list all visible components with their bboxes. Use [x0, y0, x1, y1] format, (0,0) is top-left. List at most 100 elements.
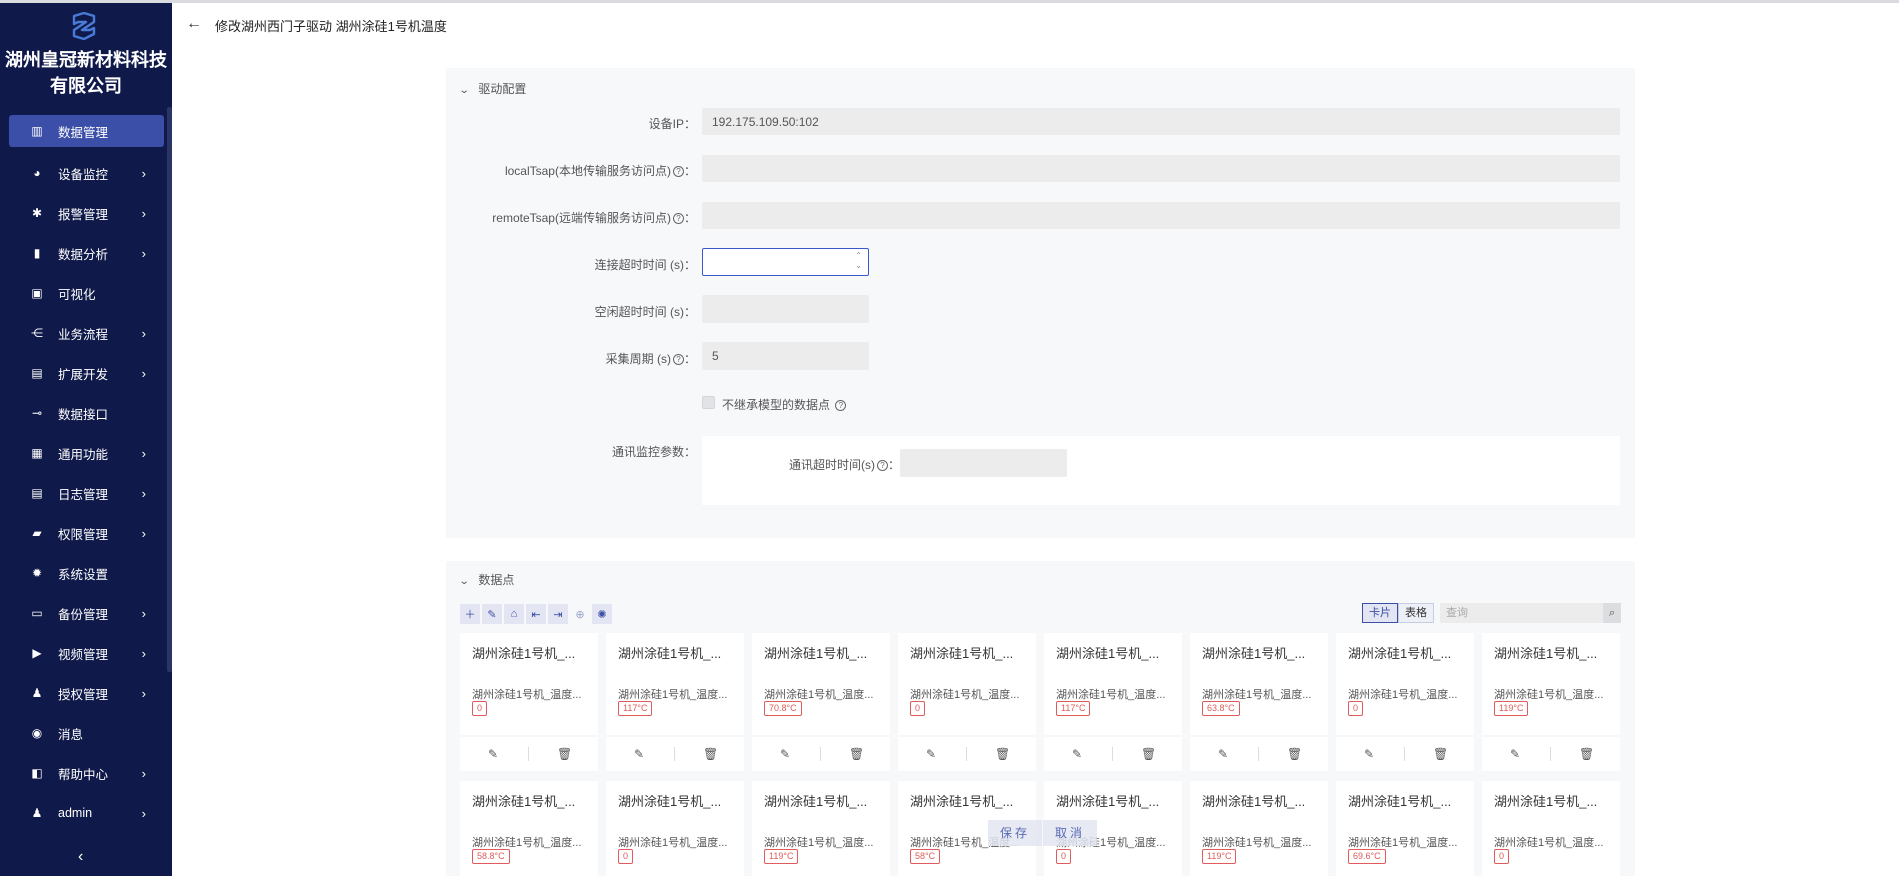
- sidebar-item[interactable]: ◉ 消息: [0, 713, 172, 753]
- datapoint-card[interactable]: 湖州涂硅1号机_... 湖州涂硅1号机_温度... 0: [1336, 633, 1474, 735]
- collapse-sidebar-icon[interactable]: ‹: [78, 848, 83, 866]
- help-icon[interactable]: ?: [672, 213, 684, 225]
- search-icon[interactable]: ⌕: [1603, 603, 1621, 623]
- comm-timeout-field[interactable]: [900, 449, 1067, 477]
- value-badge: 0: [618, 849, 634, 864]
- sidebar-item[interactable]: ▮ 数据分析 ›: [0, 233, 172, 273]
- device-ip-field[interactable]: 192.175.109.50:102: [702, 108, 1620, 135]
- number-stepper[interactable]: ⌃ ⌄: [855, 251, 862, 271]
- user-key-icon: ♟: [31, 686, 43, 700]
- inherit-checkbox[interactable]: [702, 396, 715, 409]
- value-badge: 119°C: [1494, 701, 1529, 716]
- edit-icon[interactable]: ✎: [1072, 747, 1082, 761]
- search-input[interactable]: 查询 ⌕: [1440, 603, 1621, 623]
- colon: ：: [683, 211, 696, 225]
- delete-icon[interactable]: 🗑: [1287, 747, 1302, 761]
- driver-config-header[interactable]: ⌄ 驱动配置: [459, 80, 527, 97]
- datapoints-header[interactable]: ⌄ 数据点: [459, 571, 515, 588]
- datapoint-card[interactable]: 湖州涂硅1号机_... 湖州涂硅1号机_温度... 0: [460, 633, 598, 735]
- delete-icon[interactable]: 🗑: [1433, 747, 1448, 761]
- sidebar-item[interactable]: ◕ 设备监控 ›: [0, 153, 172, 193]
- help-icon[interactable]: ?: [835, 400, 847, 412]
- import-icon[interactable]: ⌂: [504, 604, 524, 624]
- sidebar-item[interactable]: ▰ 权限管理 ›: [0, 513, 172, 553]
- edit-icon[interactable]: ✎: [1218, 747, 1228, 761]
- device-ip-value: 192.175.109.50:102: [712, 114, 819, 129]
- add-icon[interactable]: ＋: [460, 604, 480, 624]
- back-arrow-icon[interactable]: ←: [186, 15, 202, 33]
- card-view-button[interactable]: 卡片: [1362, 603, 1398, 623]
- sidebar-item[interactable]: ▥ 数据管理: [9, 115, 164, 147]
- table-view-button[interactable]: 表格: [1398, 603, 1434, 623]
- sidebar-item[interactable]: ▤ 扩展开发 ›: [0, 353, 172, 393]
- save-button[interactable]: 保存: [988, 820, 1043, 846]
- cancel-button[interactable]: 取消: [1043, 820, 1098, 846]
- datapoint-card[interactable]: 湖州涂硅1号机_... 湖州涂硅1号机_温度... 69.6°C: [1336, 781, 1474, 883]
- sidebar-item[interactable]: ⊸ 数据接口: [0, 393, 172, 433]
- colon: ：: [683, 164, 696, 178]
- sidebar-item[interactable]: ✹ 系统设置: [0, 553, 172, 593]
- delete-icon[interactable]: 🗑: [557, 747, 572, 761]
- datapoint-card[interactable]: 湖州涂硅1号机_... 湖州涂硅1号机_温度... 119°C: [1190, 781, 1328, 883]
- edit-icon[interactable]: ✎: [482, 604, 502, 624]
- delete-icon[interactable]: 🗑: [995, 747, 1010, 761]
- edit-icon[interactable]: ✎: [1364, 747, 1374, 761]
- card-subtitle: 湖州涂硅1号机_温度...: [764, 689, 874, 701]
- sidebar-item[interactable]: ▣ 可视化: [0, 273, 172, 313]
- export-right-icon[interactable]: ⇥: [548, 604, 568, 624]
- datapoint-card[interactable]: 湖州涂硅1号机_... 湖州涂硅1号机_温度... 58.8°C: [460, 781, 598, 883]
- debug-icon[interactable]: ✺: [592, 604, 612, 624]
- remote-tsap-field[interactable]: [702, 202, 1620, 229]
- card-title: 湖州涂硅1号机_...: [1348, 646, 1452, 661]
- value-badge: 69.6°C: [1348, 849, 1386, 864]
- extension-icon: ▤: [31, 366, 43, 380]
- edit-icon[interactable]: ✎: [1510, 747, 1520, 761]
- delete-icon[interactable]: 🗑: [849, 747, 864, 761]
- sidebar-item[interactable]: ✱ 报警管理 ›: [0, 193, 172, 233]
- sidebar-item[interactable]: ▤ 日志管理 ›: [0, 473, 172, 513]
- datapoint-card[interactable]: 湖州涂硅1号机_... 湖州涂硅1号机_温度... 0: [606, 781, 744, 883]
- sidebar-item[interactable]: ▦ 通用功能 ›: [0, 433, 172, 473]
- sidebar-item[interactable]: ▶ 视频管理 ›: [0, 633, 172, 673]
- comm-timeout-label: 通讯超时时间(s)?：: [702, 456, 900, 473]
- connect-timeout-input[interactable]: ⌃ ⌄: [702, 248, 869, 276]
- collect-period-label: 采集周期 (s)?：: [446, 350, 696, 367]
- delete-icon[interactable]: 🗑: [703, 747, 718, 761]
- edit-icon[interactable]: ✎: [926, 747, 936, 761]
- sidebar-item-label: 授权管理: [58, 687, 109, 702]
- sidebar-item[interactable]: ♟ admin ›: [0, 793, 172, 833]
- chevron-right-icon: ›: [141, 685, 146, 701]
- locate-icon[interactable]: ⊕: [570, 604, 590, 624]
- delete-icon[interactable]: 🗑: [1579, 747, 1594, 761]
- delete-icon[interactable]: 🗑: [1141, 747, 1156, 761]
- help-icon[interactable]: ?: [672, 354, 684, 366]
- datapoint-card[interactable]: 湖州涂硅1号机_... 湖州涂硅1号机_温度... 119°C: [752, 781, 890, 883]
- datapoint-card[interactable]: 湖州涂硅1号机_... 湖州涂硅1号机_温度... 63.8°C: [1190, 633, 1328, 735]
- sidebar-item[interactable]: ⋲ 业务流程 ›: [0, 313, 172, 353]
- datapoint-card[interactable]: 湖州涂硅1号机_... 湖州涂硅1号机_温度... 0: [1482, 781, 1620, 883]
- sidebar-item[interactable]: ▭ 备份管理 ›: [0, 593, 172, 633]
- card-title: 湖州涂硅1号机_...: [1494, 646, 1598, 661]
- value-badge: 58°C: [910, 849, 941, 864]
- datapoint-card[interactable]: 湖州涂硅1号机_... 湖州涂硅1号机_温度... 119°C: [1482, 633, 1620, 735]
- datapoint-card[interactable]: 湖州涂硅1号机_... 湖州涂硅1号机_温度... 117°C: [1044, 633, 1182, 735]
- datapoint-card[interactable]: 湖州涂硅1号机_... 湖州涂硅1号机_温度... 70.8°C: [752, 633, 890, 735]
- log-icon: ▤: [31, 486, 43, 500]
- sidebar-scrollbar[interactable]: [167, 107, 172, 672]
- edit-icon[interactable]: ✎: [634, 747, 644, 761]
- card-subtitle: 湖州涂硅1号机_温度...: [1202, 689, 1312, 701]
- idle-timeout-field[interactable]: [702, 295, 869, 323]
- sidebar-item[interactable]: ◧ 帮助中心 ›: [0, 753, 172, 793]
- edit-icon[interactable]: ✎: [488, 747, 498, 761]
- value-badge: 0: [1056, 849, 1072, 864]
- edit-icon[interactable]: ✎: [780, 747, 790, 761]
- collect-period-field[interactable]: 5: [702, 342, 869, 370]
- local-tsap-field[interactable]: [702, 155, 1620, 182]
- datapoint-card[interactable]: 湖州涂硅1号机_... 湖州涂硅1号机_温度... 117°C: [606, 633, 744, 735]
- sidebar-item[interactable]: ♟ 授权管理 ›: [0, 673, 172, 713]
- datapoint-card[interactable]: 湖州涂硅1号机_... 湖州涂硅1号机_温度... 0: [898, 633, 1036, 735]
- help-icon[interactable]: ?: [672, 166, 684, 178]
- card-title: 湖州涂硅1号机_...: [618, 794, 722, 809]
- export-left-icon[interactable]: ⇤: [526, 604, 546, 624]
- help-icon[interactable]: ?: [876, 460, 888, 472]
